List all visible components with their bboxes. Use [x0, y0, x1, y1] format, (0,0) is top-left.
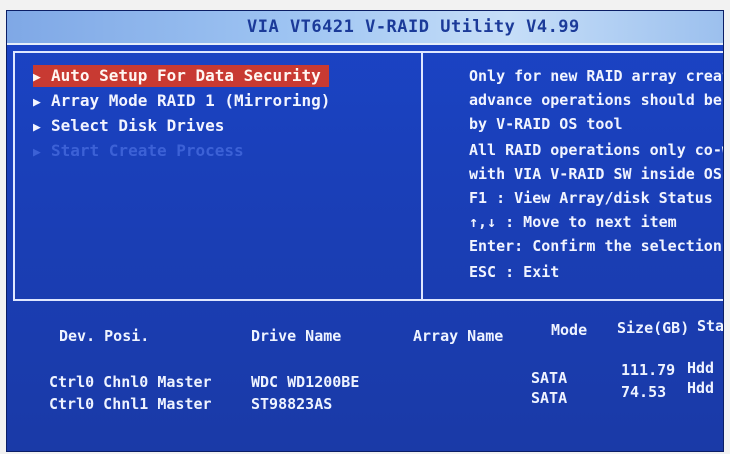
help-line: with VIA V-RAID SW inside OS — [469, 165, 722, 183]
help-line: F1 : View Array/disk Status — [469, 189, 713, 207]
cell-size: 111.79 — [621, 361, 676, 379]
help-line: advance operations should be — [469, 91, 722, 109]
bios-screen: VIA VT6421 V-RAID Utility V4.99 ▶ Auto Se… — [6, 10, 724, 452]
column-header-array-name: Array Name — [413, 327, 504, 345]
menu-item-select-disk-drives[interactable]: ▶ Select Disk Drives — [33, 115, 224, 137]
help-panel: Only for new RAID array creat advance op… — [421, 51, 723, 301]
cell-mode: SATA — [531, 369, 568, 387]
triangle-right-icon: ▶ — [33, 120, 41, 135]
help-line: Only for new RAID array creat — [469, 67, 723, 85]
cell-drive-name: ST98823AS — [251, 395, 333, 413]
cell-status: Hdd — [687, 359, 715, 377]
cell-dev-posi: Ctrl0 Chnl0 Master — [49, 373, 212, 391]
cell-size: 74.53 — [621, 383, 667, 401]
disk-table: Dev. Posi. Drive Name Array Name Mode Si… — [7, 307, 723, 451]
cell-drive-name: WDC WD1200BE — [251, 373, 360, 391]
menu-item-array-mode[interactable]: ▶ Array Mode RAID 1 (Mirroring) — [33, 90, 330, 112]
help-line: ESC : Exit — [469, 263, 560, 281]
help-line: by V-RAID OS tool — [469, 115, 623, 133]
menu-item-label: Array Mode RAID 1 (Mirroring) — [51, 91, 331, 110]
triangle-right-icon: ▶ — [33, 70, 41, 85]
menu-item-label: Auto Setup For Data Security — [51, 66, 321, 85]
setup-menu-panel: ▶ Auto Setup For Data Security ▶ Array Mod… — [13, 51, 423, 301]
cell-status: Hdd — [687, 379, 715, 397]
menu-item-start-create-process: ▶ Start Create Process — [33, 140, 244, 162]
help-line: All RAID operations only co-w — [469, 141, 723, 159]
column-header-status: Sta — [697, 317, 724, 335]
column-header-size: Size(GB) — [617, 319, 690, 337]
column-header-dev-posi: Dev. Posi. — [59, 327, 150, 345]
menu-item-auto-setup[interactable]: ▶ Auto Setup For Data Security — [33, 65, 329, 87]
utility-title: VIA VT6421 V-RAID Utility V4.99 — [247, 17, 580, 37]
menu-item-label: Select Disk Drives — [51, 116, 225, 135]
cell-mode: SATA — [531, 389, 568, 407]
column-header-drive-name: Drive Name — [251, 327, 342, 345]
menu-item-label: Start Create Process — [51, 141, 244, 160]
column-header-mode: Mode — [551, 321, 588, 339]
title-bar: VIA VT6421 V-RAID Utility V4.99 — [7, 11, 723, 45]
triangle-right-icon: ▶ — [33, 145, 41, 160]
help-line: ↑,↓ : Move to next item — [469, 213, 677, 231]
help-line: Enter: Confirm the selection — [469, 237, 722, 255]
triangle-right-icon: ▶ — [33, 95, 41, 110]
cell-dev-posi: Ctrl0 Chnl1 Master — [49, 395, 212, 413]
